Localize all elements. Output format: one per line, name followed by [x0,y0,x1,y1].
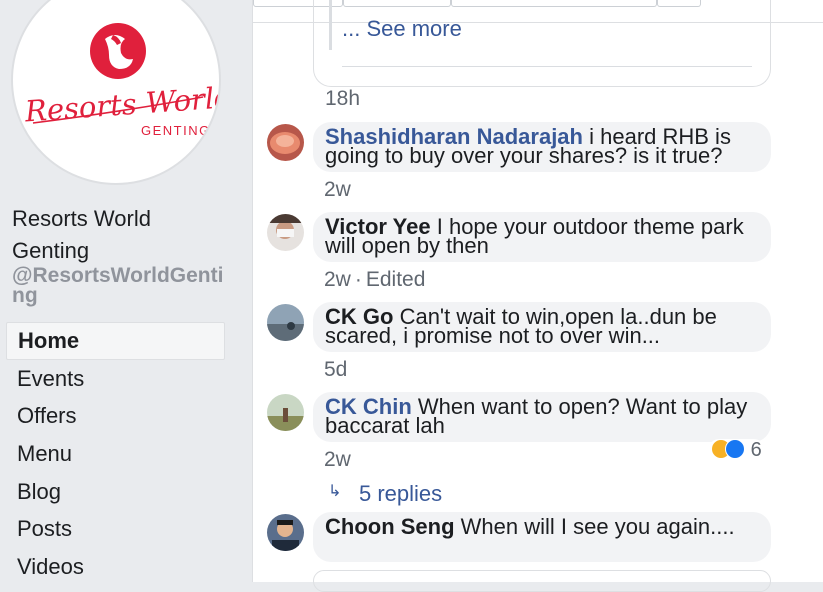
nav-item-events[interactable]: Events [6,360,225,398]
post-timestamp[interactable]: 18h [325,87,360,111]
shared-post-preview: ... See more [313,0,771,87]
resorts-world-logo: Resorts World [23,23,219,129]
reaction-count: 6 [750,439,762,461]
view-replies-link[interactable]: ↳ 5 replies [328,481,443,507]
comment-author[interactable]: Choon Seng [325,514,455,539]
edited-label[interactable]: Edited [366,268,426,291]
nav-item-offers[interactable]: Offers [6,397,225,435]
page-sidebar: Resorts World GENTING Resorts World Gent… [0,0,237,582]
replies-label: 5 replies [359,481,443,506]
comment-bubble: CK Go Can't wait to win,open la..dun be … [313,302,771,352]
comment-meta: 2w · Edited [324,268,425,292]
comment-bubble: Choon Seng When will I see you again.... [313,512,771,562]
comment-time[interactable]: 5d [324,358,347,381]
nav-item-menu[interactable]: Menu [6,435,225,473]
like-reaction-icon [725,439,745,459]
avatar[interactable] [267,304,304,341]
nav-item-home[interactable]: Home [6,322,225,360]
nav-item-blog[interactable]: Blog [6,473,225,511]
page-profile-picture[interactable]: Resorts World GENTING [11,0,221,185]
comment-text: When will I see you again.... [460,514,735,539]
avatar[interactable] [267,124,304,161]
comment-time[interactable]: 2w [324,448,351,471]
next-comment-box [313,570,771,592]
comment-meta: 2w [324,448,351,472]
post-panel: ... See more 18h Shashidharan Nadarajah … [252,0,823,592]
divider [342,66,752,67]
avatar[interactable] [267,394,304,431]
nav-item-posts[interactable]: Posts [6,510,225,548]
page-title[interactable]: Resorts World Genting [12,203,227,267]
comment-meta: 2w [324,178,351,202]
comment-time[interactable]: 2w [324,268,351,291]
logo-subtext: GENTING [141,123,211,138]
page-handle[interactable]: @ResortsWorldGenting [12,265,227,306]
comment-time[interactable]: 2w [324,178,351,201]
avatar[interactable] [267,214,304,251]
see-more-link[interactable]: ... See more [342,16,462,42]
nav-item-videos[interactable]: Videos [6,548,225,586]
avatar[interactable] [267,514,304,551]
quote-bar [329,0,332,50]
comment-bubble: Shashidharan Nadarajah i heard RHB is go… [313,122,771,172]
reply-arrow-icon: ↳ [328,483,342,500]
comment-bubble: CK Chin When want to open? Want to play … [313,392,771,442]
comment-bubble: Victor Yee I hope your outdoor theme par… [313,212,771,262]
reaction-summary[interactable]: 6 [709,439,764,461]
page-nav: Home Events Offers Menu Blog Posts Video… [6,322,225,586]
meta-separator: · [354,268,362,291]
comment-meta: 5d [324,358,347,382]
